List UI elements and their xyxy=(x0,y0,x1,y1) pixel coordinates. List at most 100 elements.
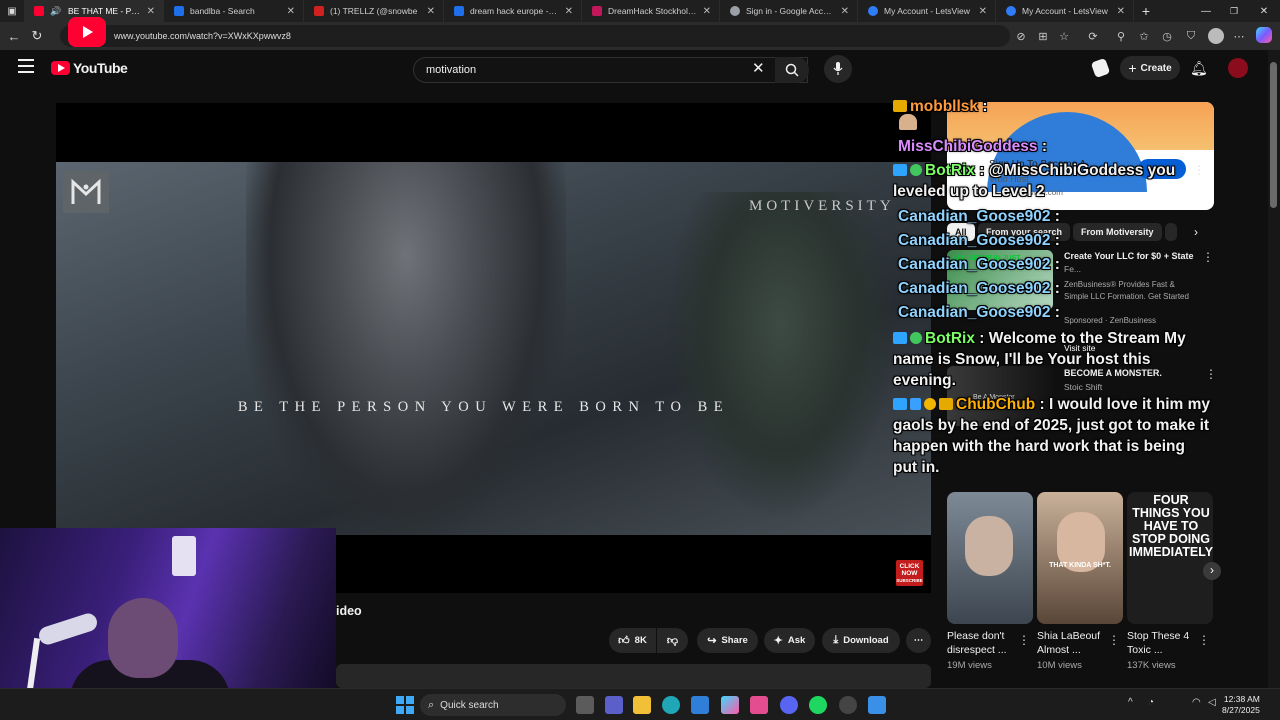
task-view-icon[interactable] xyxy=(576,696,594,714)
spotify-icon[interactable] xyxy=(809,696,827,714)
new-tab-icon[interactable]: + xyxy=(1134,0,1158,23)
speaker-icon[interactable]: 🔊 xyxy=(50,6,62,16)
copilot-taskbar-icon[interactable] xyxy=(721,696,739,714)
subscribe-watermark-button[interactable]: CLICK NOW SUBSCRIBE xyxy=(896,560,923,586)
dislike-button[interactable]: 👎︎ xyxy=(657,628,688,653)
short-thumbnail[interactable]: THAT KINDA SH*T. xyxy=(1037,492,1123,624)
short-more-icon[interactable]: ⋮ xyxy=(1198,633,1210,647)
favorite-star-icon[interactable]: ☆ xyxy=(1055,27,1073,45)
account-avatar[interactable] xyxy=(1228,58,1248,78)
bing-favicon-icon xyxy=(454,6,464,16)
recommendation-more-icon[interactable]: ⋮ xyxy=(1202,250,1214,264)
short-thumbnail[interactable]: FOUR THINGS YOU HAVE TO STOP DOING IMMED… xyxy=(1127,492,1213,624)
close-window-icon[interactable]: ✕ xyxy=(1252,0,1276,23)
video-quote-text: BE THE PERSON YOU WERE BORN TO BE xyxy=(237,399,730,415)
video-player[interactable]: BE THE PERSON YOU WERE BORN TO BE MOTIVE… xyxy=(56,103,931,593)
shield-icon[interactable]: ⛉ xyxy=(1182,27,1200,45)
app-icon[interactable] xyxy=(750,696,768,714)
more-actions-button[interactable]: ⋯ xyxy=(906,628,931,653)
back-icon[interactable]: ← xyxy=(2,24,26,48)
video-subject xyxy=(246,162,566,535)
description-box[interactable] xyxy=(336,664,931,688)
short-more-icon[interactable]: ⋮ xyxy=(1108,633,1120,647)
tab-dreamhack-stockholm[interactable]: DreamHack Stockholm 2025 ✕ xyxy=(582,0,720,22)
chip-more[interactable] xyxy=(1165,223,1177,241)
close-tab-icon[interactable]: ✕ xyxy=(565,6,573,17)
volume-icon[interactable]: ◁ xyxy=(1208,697,1216,708)
recommendation-title[interactable]: Create Your LLC for $0 + State xyxy=(1064,251,1193,261)
hamburger-menu-icon[interactable] xyxy=(18,59,34,73)
tab-google-signin[interactable]: Sign in - Google Accounts ✕ xyxy=(720,0,858,22)
teams-icon[interactable] xyxy=(605,696,623,714)
history-icon[interactable]: ◷ xyxy=(1158,27,1176,45)
favorites-icon[interactable]: ✩ xyxy=(1135,27,1153,45)
close-tab-icon[interactable]: ✕ xyxy=(1117,6,1125,17)
close-tab-icon[interactable]: ✕ xyxy=(703,6,711,17)
tab-letsview-1[interactable]: My Account - LetsView ✕ xyxy=(858,0,996,22)
windows-start-icon[interactable] xyxy=(396,696,414,714)
apps-icon[interactable]: ⊞ xyxy=(1034,27,1052,45)
share-button[interactable]: ↪ Share xyxy=(697,628,758,653)
short-title[interactable]: Please don't disrespect ... xyxy=(947,629,1017,657)
clear-search-icon[interactable]: ✕ xyxy=(752,59,765,77)
tab-letsview-2[interactable]: My Account - LetsView ✕ xyxy=(996,0,1134,22)
create-button[interactable]: + Create xyxy=(1120,56,1180,80)
search-icon: ⌕ xyxy=(428,698,435,711)
shorts-icon[interactable] xyxy=(1090,57,1111,79)
verified-badge-icon xyxy=(910,164,922,176)
close-tab-icon[interactable]: ✕ xyxy=(979,6,987,17)
voice-search-button[interactable] xyxy=(824,55,852,83)
tray-chevron-icon[interactable]: ^ xyxy=(1128,697,1133,708)
shorts-next-icon[interactable]: › xyxy=(1203,562,1221,580)
wifi-icon[interactable]: ◠ xyxy=(1192,697,1201,708)
search-input[interactable]: motivation xyxy=(413,57,808,83)
close-tab-icon[interactable]: ✕ xyxy=(841,6,849,17)
tab-twitter[interactable]: (1) TRELLZ (@snowbe ✕ xyxy=(304,0,444,22)
tab-dreamhack-search[interactable]: dream hack europe - Search ✕ xyxy=(444,0,582,22)
tray-apps-icon[interactable]: ◔ xyxy=(1148,697,1154,708)
system-clock[interactable]: 12:38 AM 8/27/2025 xyxy=(1222,694,1260,716)
short-title[interactable]: Stop These 4 Toxic ... xyxy=(1127,629,1197,657)
minimize-icon[interactable]: — xyxy=(1194,0,1218,23)
maximize-icon[interactable]: ❐ xyxy=(1222,0,1246,23)
copilot-icon[interactable] xyxy=(1256,27,1272,43)
close-tab-icon[interactable]: ✕ xyxy=(287,6,295,17)
short-thumbnail[interactable] xyxy=(947,492,1033,624)
chat-emote-icon xyxy=(899,114,917,136)
taskbar-search[interactable]: ⌕ Quick search xyxy=(420,694,566,716)
refresh-extension-icon[interactable]: ⟳ xyxy=(1084,27,1102,45)
streamer-webcam xyxy=(0,528,336,688)
close-tab-icon[interactable]: ✕ xyxy=(147,6,155,17)
search-button[interactable] xyxy=(775,57,809,83)
obs-icon[interactable] xyxy=(839,696,857,714)
store-icon[interactable] xyxy=(691,696,709,714)
short-more-icon[interactable]: ⋮ xyxy=(1018,633,1030,647)
file-explorer-icon[interactable] xyxy=(633,696,651,714)
close-tab-icon[interactable]: ✕ xyxy=(427,6,435,17)
like-button[interactable]: 👍︎ 8K xyxy=(609,628,656,653)
short-title[interactable]: Shia LaBeouf Almost ... xyxy=(1037,629,1107,657)
more-menu-icon[interactable]: ⋯ xyxy=(1230,27,1248,45)
edge-browser-icon[interactable] xyxy=(662,696,680,714)
extension-icon[interactable]: ⊘ xyxy=(1012,27,1030,45)
refresh-icon[interactable]: ↻ xyxy=(25,24,49,48)
letsview-icon[interactable] xyxy=(868,696,886,714)
discord-icon[interactable] xyxy=(780,696,798,714)
extensions-icon[interactable]: ⚲ xyxy=(1112,27,1130,45)
plus-icon: + xyxy=(1128,60,1137,76)
tab-bing-search[interactable]: bandlba - Search ✕ xyxy=(164,0,304,22)
chevron-right-icon[interactable]: › xyxy=(1194,225,1198,239)
scrollbar-thumb[interactable] xyxy=(1270,62,1277,208)
notifications-bell-icon[interactable]: 🔔︎ xyxy=(1190,60,1208,77)
chip-from-motiversity[interactable]: From Motiversity xyxy=(1073,223,1162,241)
verified-badge-icon xyxy=(910,332,922,344)
google-favicon-icon xyxy=(730,6,740,16)
ask-button[interactable]: ✦ Ask xyxy=(764,628,815,653)
download-button[interactable]: ⤓ Download xyxy=(822,628,900,653)
chat-message: Canadian_Goose902 : xyxy=(898,304,1060,321)
tab-actions-icon[interactable]: ▣ xyxy=(0,0,24,23)
address-bar[interactable]: www.youtube.com/watch?v=XWxKXpwwvz8 xyxy=(60,25,1010,47)
browser-tab-bar: ▣ 🔊 BE THAT ME - Powerful ✕ bandlba - Se… xyxy=(0,0,1280,22)
profile-avatar[interactable] xyxy=(1208,28,1224,44)
youtube-logo[interactable]: YouTube xyxy=(51,60,128,76)
